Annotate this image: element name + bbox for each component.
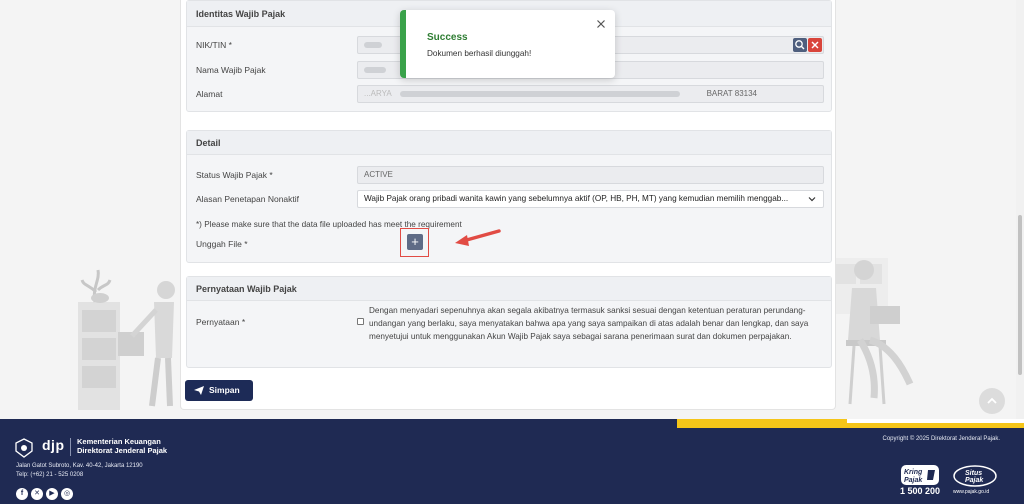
close-icon <box>811 41 819 49</box>
pernyataan-checkbox[interactable] <box>357 318 364 325</box>
clear-button[interactable] <box>808 38 822 52</box>
address-line-2: Telp: (+62) 21 - 525 0208 <box>16 472 84 478</box>
nama-label: Nama Wajib Pajak <box>196 65 266 75</box>
logo-separator <box>70 438 71 456</box>
alasan-label: Alasan Penetapan Nonaktif <box>196 194 300 204</box>
unggah-label: Unggah File * <box>196 239 248 249</box>
upload-file-button[interactable]: + <box>407 234 423 250</box>
situs-line-1: Situs <box>965 470 982 477</box>
alasan-selected-value: Wajib Pajak orang pribadi wanita kawin y… <box>364 194 789 203</box>
situs-line-2: Pajak <box>965 477 984 484</box>
alamat-field: ...ARYA BARAT 83134 <box>357 85 824 103</box>
success-toast: Success Dokumen berhasil diunggah! <box>400 10 615 78</box>
situs-pajak-url: www.pajak.go.id <box>953 489 990 495</box>
facebook-icon[interactable]: f <box>16 488 28 500</box>
kring-line-1: Kring <box>904 469 923 476</box>
section-pernyataan: Pernyataan Wajib Pajak Pernyataan * Deng… <box>186 276 832 368</box>
alamat-redacted <box>399 90 680 97</box>
nik-redacted <box>364 41 382 48</box>
youtube-icon[interactable]: ▶ <box>46 488 58 500</box>
status-field: ACTIVE <box>357 166 824 184</box>
chevron-down-icon <box>808 197 816 202</box>
office-illustration-right <box>830 258 914 405</box>
footer-accent-notch <box>847 419 1024 423</box>
footer-address: Jalan Gatot Subroto, Kav. 40-42, Jakarta… <box>16 462 143 480</box>
alamat-row: Alamat ...ARYA BARAT 83134 <box>187 85 831 103</box>
annotation-arrow-icon <box>455 229 501 246</box>
pernyataan-label: Pernyataan * <box>196 317 246 327</box>
kring-pajak-number: 1 500 200 <box>900 486 941 496</box>
ministry-line-2: Direktorat Jenderal Pajak <box>77 445 168 455</box>
status-label: Status Wajib Pajak * <box>196 170 273 180</box>
simpan-button[interactable]: Simpan <box>185 380 253 401</box>
section-pernyataan-header: Pernyataan Wajib Pajak <box>187 277 831 301</box>
toast-message: Dokumen berhasil diunggah! <box>427 49 532 58</box>
alasan-select[interactable]: Wajib Pajak orang pribadi wanita kawin y… <box>357 190 824 208</box>
send-icon <box>194 386 204 395</box>
djp-logo: djp <box>42 437 65 453</box>
kemenkeu-emblem-icon <box>15 438 33 458</box>
nama-redacted <box>364 66 386 73</box>
upload-highlight-box: + <box>400 228 429 257</box>
toast-title: Success <box>427 32 468 43</box>
nik-label: NIK/TIN * <box>196 40 232 50</box>
alamat-label: Alamat <box>196 89 223 99</box>
x-twitter-icon[interactable]: ✕ <box>31 488 43 500</box>
address-line-1: Jalan Gatot Subroto, Kav. 40-42, Jakarta… <box>16 463 143 469</box>
ministry-name: Kementerian Keuangan Direktorat Jenderal… <box>77 437 168 455</box>
scrollbar-thumb[interactable] <box>1018 215 1022 375</box>
section-detail: Detail Status Wajib Pajak * ACTIVE Alasa… <box>186 130 832 263</box>
instagram-icon[interactable]: ◎ <box>61 488 73 500</box>
page-scrollbar[interactable] <box>1016 0 1024 419</box>
alamat-prefix: ...ARYA <box>364 89 392 98</box>
kring-line-2: Pajak <box>904 477 923 484</box>
footer-copyright: Copyright © 2025 Direktorat Jenderal Paj… <box>882 436 1000 442</box>
simpan-label: Simpan <box>209 385 240 395</box>
social-links: f ✕ ▶ ◎ <box>16 488 76 500</box>
status-row: Status Wajib Pajak * ACTIVE <box>187 166 831 184</box>
search-button[interactable] <box>793 38 807 52</box>
chevron-up-icon <box>987 397 997 404</box>
site-footer <box>0 419 1024 504</box>
alamat-suffix: BARAT 83134 <box>706 89 757 98</box>
alasan-row: Alasan Penetapan Nonaktif Wajib Pajak or… <box>187 190 831 208</box>
scroll-to-top-button[interactable] <box>979 388 1005 414</box>
pernyataan-text: Dengan menyadari sepenuhnya akan segala … <box>369 306 809 341</box>
search-icon <box>795 40 805 50</box>
office-illustration-left <box>78 269 175 410</box>
close-icon[interactable] <box>596 19 606 29</box>
section-detail-header: Detail <box>187 131 831 155</box>
